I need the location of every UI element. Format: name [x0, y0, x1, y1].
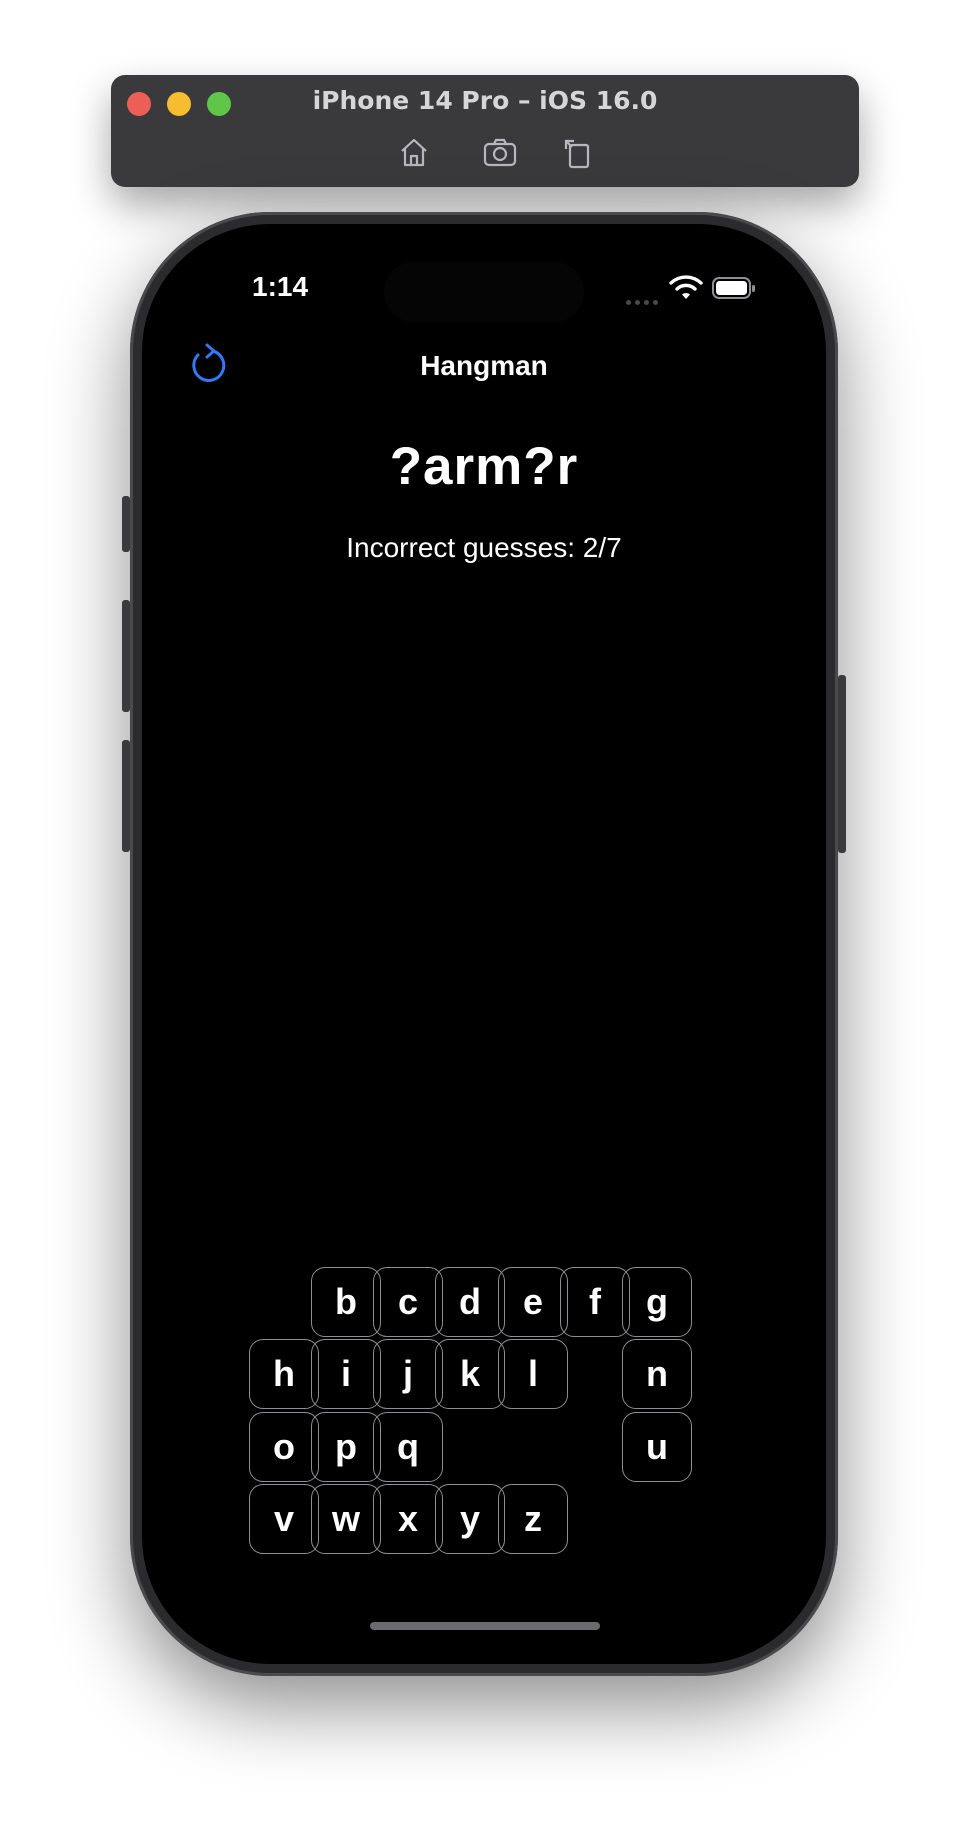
home-indicator[interactable]: [370, 1622, 600, 1630]
nav-title: Hangman: [420, 350, 548, 381]
letter-key-c[interactable]: c: [373, 1267, 443, 1337]
letter-key-v[interactable]: v: [249, 1484, 319, 1554]
letter-key-q[interactable]: q: [373, 1412, 443, 1482]
letter-key-w[interactable]: w: [311, 1484, 381, 1554]
letter-key-e[interactable]: e: [498, 1267, 568, 1337]
masked-word: ?arm?r: [389, 437, 579, 496]
dynamic-island: [384, 262, 584, 322]
phone-screen: 1:14 Hangman ?arm?r Incorrect guesses: 2…: [142, 224, 826, 1664]
letter-key-k[interactable]: k: [435, 1339, 505, 1409]
battery-icon: [712, 276, 756, 300]
letter-key-p[interactable]: p: [311, 1412, 381, 1482]
letter-key-f[interactable]: f: [560, 1267, 630, 1337]
letter-key-y[interactable]: y: [435, 1484, 505, 1554]
letter-key-j[interactable]: j: [373, 1339, 443, 1409]
power-button: [838, 675, 846, 853]
cellular-icon: [626, 290, 662, 309]
simulator-title: iPhone 14 Pro – iOS 16.0: [312, 86, 658, 115]
home-icon[interactable]: [396, 135, 432, 169]
action-button: [122, 496, 130, 552]
status-time: 1:14: [252, 271, 309, 302]
letter-key-u[interactable]: u: [622, 1412, 692, 1482]
volume-up-button: [122, 600, 130, 712]
letter-key-z[interactable]: z: [498, 1484, 568, 1554]
screenshot-icon[interactable]: [482, 135, 518, 169]
letter-key-n[interactable]: n: [622, 1339, 692, 1409]
volume-down-button: [122, 740, 130, 852]
letter-key-g[interactable]: g: [622, 1267, 692, 1337]
rotate-icon[interactable]: [560, 135, 596, 169]
letter-key-l[interactable]: l: [498, 1339, 568, 1409]
letter-key-h[interactable]: h: [249, 1339, 319, 1409]
letter-key-b[interactable]: b: [311, 1267, 381, 1337]
incorrect-guesses-label: Incorrect guesses: 2/7: [346, 532, 622, 563]
letter-key-o[interactable]: o: [249, 1412, 319, 1482]
letter-key-x[interactable]: x: [373, 1484, 443, 1554]
letter-key-i[interactable]: i: [311, 1339, 381, 1409]
letter-key-d[interactable]: d: [435, 1267, 505, 1337]
wifi-icon: [669, 274, 703, 300]
